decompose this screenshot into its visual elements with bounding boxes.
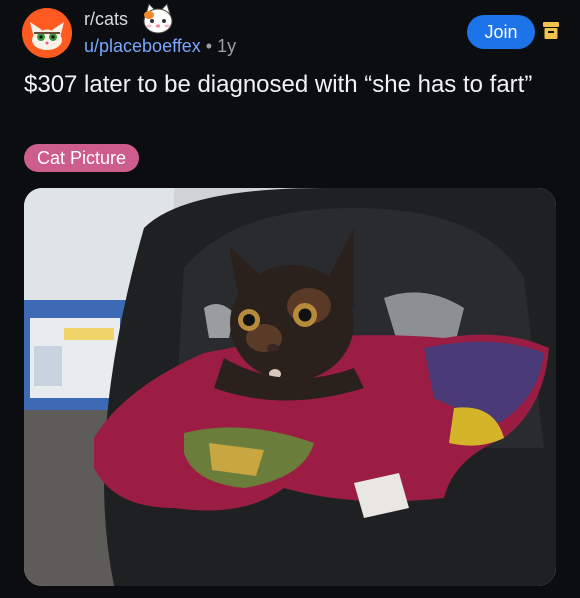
cat-avatar-icon bbox=[22, 8, 72, 58]
subreddit-avatar[interactable] bbox=[22, 8, 72, 58]
post-image[interactable] bbox=[24, 188, 556, 586]
join-button[interactable]: Join bbox=[467, 15, 535, 49]
post-age: 1y bbox=[217, 36, 237, 56]
archive-icon[interactable] bbox=[543, 22, 559, 40]
author-link[interactable]: u/placeboeffex bbox=[84, 36, 201, 56]
cat-photo bbox=[24, 188, 556, 586]
meta-separator: • bbox=[205, 36, 213, 56]
post-title[interactable]: $307 later to be diagnosed with “she has… bbox=[24, 70, 544, 100]
cat-face-icon bbox=[143, 3, 173, 34]
subreddit-name[interactable]: r/cats bbox=[84, 9, 128, 30]
post-flair[interactable]: Cat Picture bbox=[24, 144, 140, 172]
post-header: r/cats u/placeboeffex • 1y Join bbox=[0, 0, 580, 64]
post-meta: u/placeboeffex • 1y bbox=[84, 36, 236, 57]
